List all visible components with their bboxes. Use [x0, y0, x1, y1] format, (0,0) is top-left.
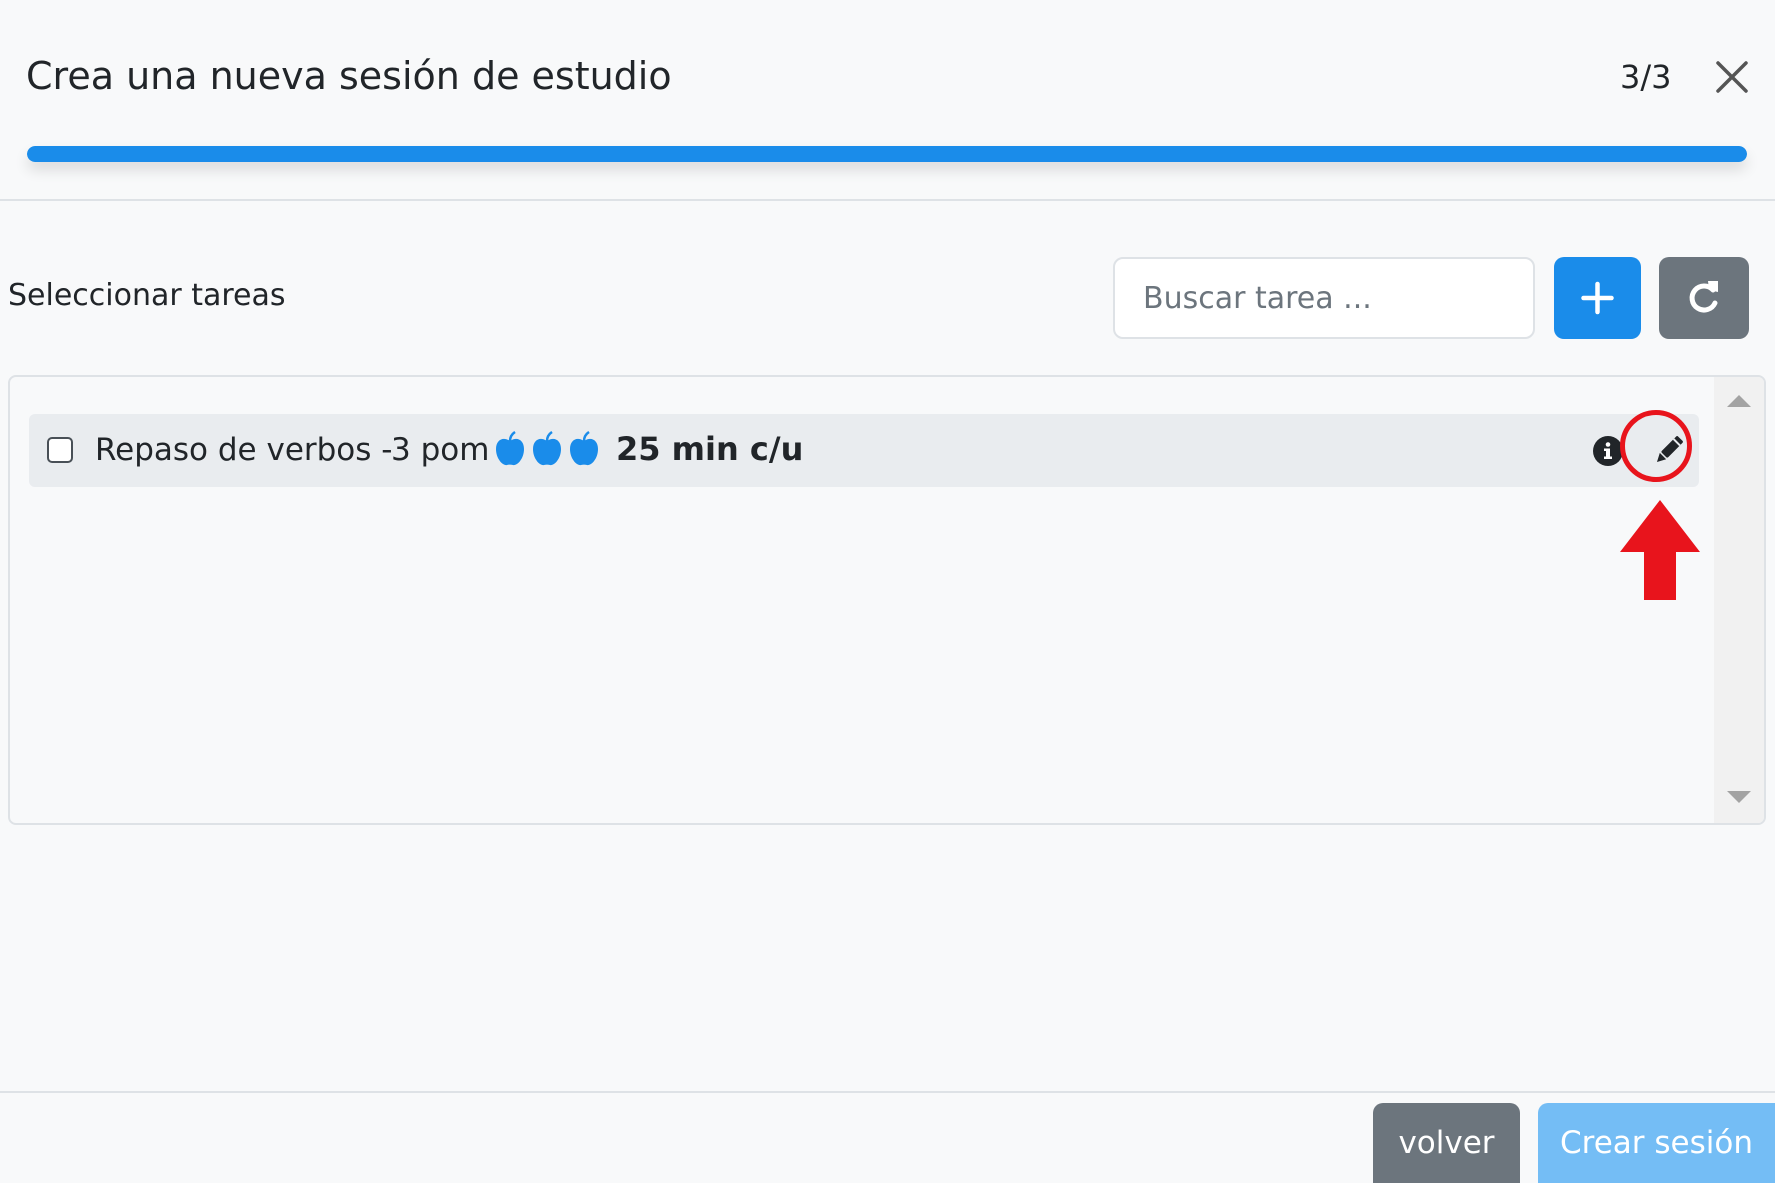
annotation-arrow-up-icon — [1620, 500, 1700, 600]
scroll-up-arrow[interactable] — [1727, 395, 1751, 407]
task-duration: 25 min c/u — [616, 430, 804, 468]
search-task-input[interactable] — [1113, 257, 1535, 339]
task-pomodoro-count: 3 pom — [391, 432, 490, 468]
modal-header: Crea una nueva sesión de estudio 3/3 — [0, 0, 1775, 201]
apple-icon — [533, 431, 561, 466]
apple-icon — [496, 431, 524, 466]
back-button[interactable]: volver — [1373, 1103, 1520, 1183]
scroll-down-arrow[interactable] — [1727, 791, 1751, 803]
refresh-icon — [1689, 281, 1718, 313]
task-list-panel: Repaso de verbos - 3 pom 25 min c/u — [8, 375, 1766, 825]
apple-icon — [570, 431, 598, 466]
modal-title: Crea una nueva sesión de estudio — [26, 54, 672, 98]
task-name: Repaso de verbos - — [95, 432, 393, 468]
select-tasks-label: Seleccionar tareas — [8, 278, 286, 313]
close-icon[interactable] — [1708, 53, 1756, 101]
task-list-item[interactable]: Repaso de verbos - 3 pom 25 min c/u — [29, 414, 1699, 487]
step-indicator: 3/3 — [1620, 58, 1672, 96]
progress-bar-fill — [27, 146, 1747, 162]
create-session-button[interactable]: Crear sesión — [1538, 1103, 1775, 1183]
add-task-button[interactable] — [1554, 257, 1641, 339]
scrollbar[interactable] — [1714, 377, 1764, 823]
progress-bar — [27, 146, 1747, 162]
task-checkbox[interactable] — [47, 437, 73, 463]
plus-icon — [1581, 281, 1614, 315]
highlight-circle — [1620, 410, 1692, 482]
refresh-button[interactable] — [1659, 257, 1749, 339]
info-circle-icon[interactable] — [1592, 435, 1624, 467]
